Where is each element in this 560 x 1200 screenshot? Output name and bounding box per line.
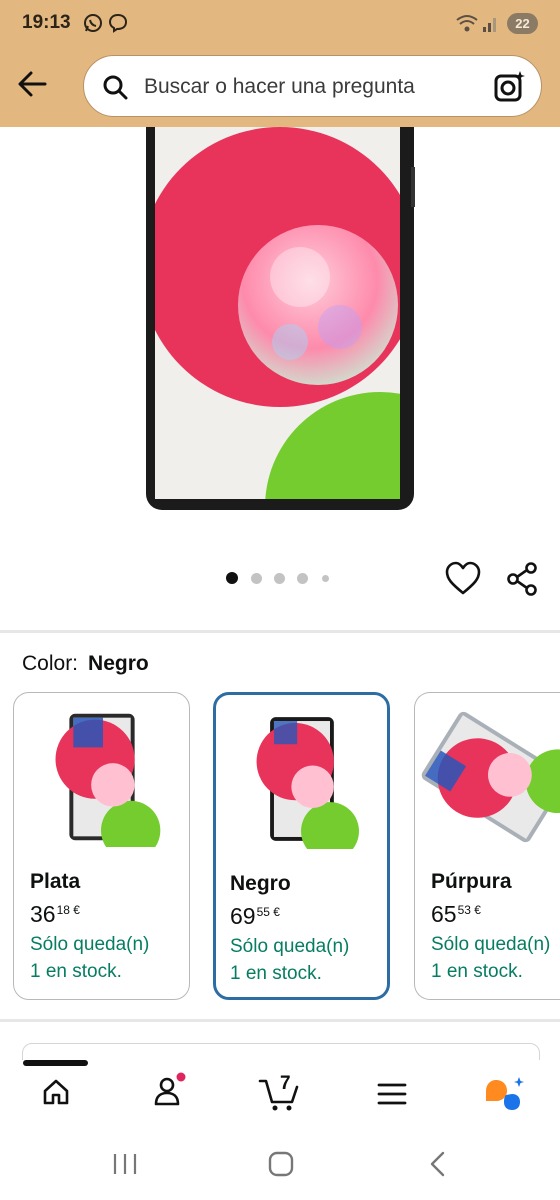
back-arrow-icon[interactable] (12, 64, 52, 104)
gallery-dot[interactable] (251, 573, 262, 584)
stock-line: 1 en stock. (431, 961, 523, 982)
recent-apps-icon[interactable] (112, 1152, 138, 1176)
system-navigation (0, 1126, 560, 1200)
heart-icon[interactable] (444, 560, 482, 596)
account-icon[interactable] (152, 1072, 186, 1108)
stock-line: 1 en stock. (230, 963, 322, 984)
status-time: 19:13 (22, 12, 71, 33)
section-divider (0, 630, 560, 633)
share-icon[interactable] (505, 561, 539, 597)
wifi-icon (456, 15, 478, 32)
search-bar[interactable]: Buscar o hacer una pregunta (83, 55, 542, 117)
search-icon (103, 75, 128, 100)
menu-icon[interactable] (377, 1082, 407, 1106)
home-button-icon[interactable] (268, 1151, 294, 1177)
signal-icon (483, 18, 496, 32)
gallery-dot[interactable] (322, 575, 329, 582)
price-whole: 65 (431, 901, 457, 927)
variant-price: 3618 € (30, 901, 80, 928)
status-bar: 19:13 22 (0, 0, 560, 48)
messenger-icon (108, 13, 128, 33)
variant-name: Púrpura (431, 870, 512, 893)
active-tab-indicator (23, 1060, 88, 1066)
search-input[interactable]: Buscar o hacer una pregunta (144, 75, 415, 99)
variant-price: 6553 € (431, 901, 481, 928)
stock-status: Sólo queda(n) 1 en stock. (230, 933, 400, 987)
variant-thumbnail (55, 713, 161, 847)
home-icon[interactable] (41, 1077, 71, 1107)
gallery-dot[interactable] (226, 572, 238, 584)
section-divider (0, 1019, 560, 1022)
variant-thumbnail (421, 711, 560, 843)
gallery-dot[interactable] (297, 573, 308, 584)
variant-name: Plata (30, 870, 81, 893)
product-image[interactable] (0, 127, 560, 527)
stock-line: Sólo queda(n) (230, 936, 350, 957)
gallery-dot[interactable] (274, 573, 285, 584)
cart-count: 7 (280, 1073, 291, 1094)
stock-line: 1 en stock. (30, 961, 122, 982)
stock-status: Sólo queda(n) 1 en stock. (30, 931, 200, 985)
header-bar: 19:13 22 Buscar o hacer una pregunta (0, 0, 560, 127)
price-whole: 36 (30, 901, 56, 927)
color-option-purpura[interactable]: Púrpura 6553 € Sólo queda(n) 1 en stock. (414, 692, 560, 1000)
stock-status: Sólo queda(n) 1 en stock. (431, 931, 560, 985)
price-whole: 69 (230, 903, 256, 929)
color-option-plata[interactable]: Plata 3618 € Sólo queda(n) 1 en stock. (13, 692, 190, 1000)
stock-line: Sólo queda(n) (431, 934, 551, 955)
price-fraction: 18 € (56, 903, 80, 917)
selected-color: Negro (88, 652, 149, 675)
battery-indicator: 22 (507, 13, 538, 34)
whatsapp-icon (84, 14, 102, 32)
phone-image (146, 127, 415, 510)
color-label: Color: (22, 652, 79, 675)
back-button-icon[interactable] (428, 1151, 448, 1177)
color-option-negro[interactable]: Negro 6955 € Sólo queda(n) 1 en stock. (213, 692, 390, 1000)
variant-price: 6955 € (230, 903, 280, 930)
variant-name: Negro (230, 872, 291, 895)
cart-icon[interactable] (258, 1078, 300, 1112)
variant-thumbnail (256, 717, 359, 849)
price-fraction: 53 € (457, 903, 481, 917)
camera-lens-icon[interactable] (493, 70, 527, 104)
color-selector-header: Color: Negro (22, 652, 149, 676)
stock-line: Sólo queda(n) (30, 934, 150, 955)
rufus-icon[interactable] (484, 1076, 526, 1114)
price-fraction: 55 € (256, 905, 280, 919)
